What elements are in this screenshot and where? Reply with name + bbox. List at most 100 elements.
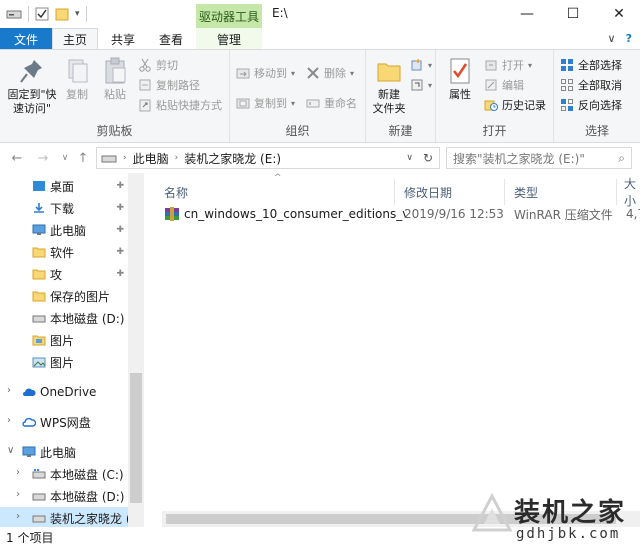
nav-item-onedrive[interactable]: OneDrive — [0, 381, 128, 403]
file-list: ^ 名称 修改日期 类型 大小 cn_windows_10_consumer_e… — [148, 173, 640, 527]
maximize-button[interactable]: ☐ — [550, 0, 596, 28]
easy-access-button[interactable]: ▾ — [410, 76, 432, 94]
select-all-button[interactable]: 全部选择 — [560, 56, 622, 74]
nav-item-pictures-2[interactable]: 图片 — [0, 351, 128, 373]
nav-item-desktop[interactable]: 桌面 ✚ — [0, 175, 128, 197]
tab-share[interactable]: 共享 — [100, 28, 146, 50]
refresh-icon[interactable]: ↻ — [423, 151, 433, 165]
toolbar-separator — [28, 6, 29, 22]
paste-shortcut-label: 粘贴快捷方式 — [156, 99, 222, 112]
wps-cloud-icon — [22, 417, 36, 427]
column-header-name[interactable]: 名称 — [164, 179, 188, 205]
column-separator[interactable] — [616, 179, 617, 205]
ribbon-tab-controls: ∨ ? — [608, 32, 632, 45]
properties-button[interactable]: 属性 — [442, 56, 478, 102]
qat-dropdown-icon[interactable]: ▾ — [75, 9, 80, 19]
select-none-button[interactable]: 全部取消 — [560, 76, 622, 94]
navpane-scroll-thumb[interactable] — [130, 373, 142, 503]
copy-button[interactable]: 复制 — [60, 56, 94, 102]
folder-icon — [32, 291, 46, 302]
tab-view[interactable]: 查看 — [148, 28, 194, 50]
drive-icon — [32, 493, 46, 501]
new-item-dropdown-icon: ▾ — [428, 60, 433, 70]
nav-item-local-disk-c[interactable]: 本地磁盘 (C:) — [0, 463, 128, 485]
close-button[interactable]: ✕ — [596, 0, 640, 28]
up-arrow-icon[interactable]: ↑ — [74, 149, 92, 167]
pin-quick-access-button[interactable]: 固定到"快 速访问" — [6, 56, 58, 116]
open-button[interactable]: 打开 ▾ — [484, 56, 532, 74]
move-to-button[interactable]: 移动到 ▾ — [236, 64, 295, 82]
open-dropdown-icon: ▾ — [528, 60, 533, 70]
search-input[interactable]: 搜索"装机之家晓龙 (E:)" ⌕ — [446, 147, 632, 169]
organize-group-label: 组织 — [285, 124, 310, 138]
back-arrow-icon[interactable]: ← — [8, 149, 26, 167]
breadcrumb-chevron-icon[interactable]: › — [175, 153, 179, 163]
properties-check-icon[interactable] — [35, 7, 49, 21]
history-button[interactable]: 历史记录 — [484, 96, 546, 114]
watermark-url: gdhjbk.com — [516, 526, 621, 542]
nav-item-pictures-1[interactable]: 图片 — [0, 329, 128, 351]
column-header-modified[interactable]: 修改日期 — [404, 179, 452, 205]
window-title: E:\ — [272, 6, 288, 20]
tab-manage[interactable]: 管理 — [196, 28, 262, 50]
edit-icon — [485, 79, 497, 91]
drive-icon[interactable] — [6, 8, 22, 20]
forward-arrow-icon[interactable]: → — [34, 149, 52, 167]
invert-selection-button[interactable]: 反向选择 — [560, 96, 622, 114]
column-header-size[interactable]: 大小 — [624, 177, 640, 208]
table-row[interactable]: cn_windows_10_consumer_editions_v... 201… — [156, 203, 640, 225]
collapse-ribbon-icon[interactable]: ∨ — [608, 32, 616, 45]
nav-item-saved-pictures[interactable]: 保存的图片 — [0, 285, 128, 307]
open-icon — [485, 60, 497, 71]
paste-shortcut-icon — [139, 99, 151, 112]
watermark-logo-icon — [471, 492, 513, 532]
copy-to-button[interactable]: 复制到 ▾ — [236, 94, 295, 112]
address-bar[interactable]: › 此电脑 › 装机之家晓龙 (E:) ∨ ↻ — [96, 147, 440, 169]
nav-item-label: 下载 — [50, 201, 75, 216]
recent-locations-icon[interactable]: ∨ — [56, 149, 74, 167]
select-all-label: 全部选择 — [578, 59, 622, 72]
edit-button[interactable]: 编辑 — [484, 76, 524, 94]
nav-item-this-pc[interactable]: 此电脑 — [0, 441, 128, 463]
rename-label: 重命名 — [324, 97, 357, 110]
address-dropdown-icon[interactable]: ∨ — [406, 153, 413, 163]
nav-item-downloads[interactable]: 下载 ✚ — [0, 197, 128, 219]
minimize-button[interactable]: — — [504, 0, 550, 28]
new-item-button[interactable]: ▾ — [410, 56, 432, 74]
group-open: 属性 打开 ▾ 编辑 历史记录 打开 — [436, 50, 554, 142]
nav-item-software[interactable]: 软件 ✚ — [0, 241, 128, 263]
computer-icon — [22, 446, 36, 457]
column-separator[interactable] — [504, 179, 505, 205]
column-header-type[interactable]: 类型 — [514, 179, 538, 205]
new-folder-icon[interactable] — [55, 7, 69, 21]
navpane-scrollbar[interactable] — [128, 173, 144, 527]
nav-item-wps-drive[interactable]: WPS网盘 — [0, 411, 128, 433]
cut-button[interactable]: 剪切 — [138, 56, 178, 74]
help-icon[interactable]: ? — [626, 32, 632, 45]
breadcrumb-drive-e[interactable]: 装机之家晓龙 (E:) — [184, 150, 281, 167]
folder-icon — [377, 63, 401, 82]
nav-item-gong[interactable]: 攻 ✚ — [0, 263, 128, 285]
paste-icon — [105, 57, 126, 84]
move-to-dropdown-icon: ▾ — [291, 68, 296, 78]
delete-button[interactable]: 删除 ▾ — [306, 64, 354, 82]
paste-button[interactable]: 粘贴 — [98, 56, 132, 102]
column-separator[interactable] — [394, 179, 395, 205]
breadcrumb-chevron-icon[interactable]: › — [123, 153, 127, 163]
expand-chevron-icon[interactable]: › — [16, 511, 20, 522]
nav-item-local-disk-d-quick[interactable]: 本地磁盘 (D:) — [0, 307, 128, 329]
nav-item-label: 本地磁盘 (D:) — [50, 489, 125, 504]
copy-path-button[interactable]: 复制路径 — [138, 76, 200, 94]
tab-file[interactable]: 文件 — [0, 28, 52, 50]
paste-shortcut-button[interactable]: 粘贴快捷方式 — [138, 96, 222, 114]
nav-item-this-pc-pinned[interactable]: 此电脑 ✚ — [0, 219, 128, 241]
desktop-folder-icon — [33, 181, 45, 191]
delete-label: 删除 — [324, 67, 346, 80]
nav-item-local-disk-d[interactable]: 本地磁盘 (D:) — [0, 485, 128, 507]
drive-icon — [101, 155, 117, 163]
rename-button[interactable]: 重命名 — [306, 94, 357, 112]
new-folder-button[interactable]: 新建 文件夹 — [370, 56, 408, 116]
drive-tools-header: 驱动器工具 — [196, 4, 262, 28]
breadcrumb-this-pc[interactable]: 此电脑 — [133, 150, 169, 167]
tab-home[interactable]: 主页 — [52, 28, 98, 50]
